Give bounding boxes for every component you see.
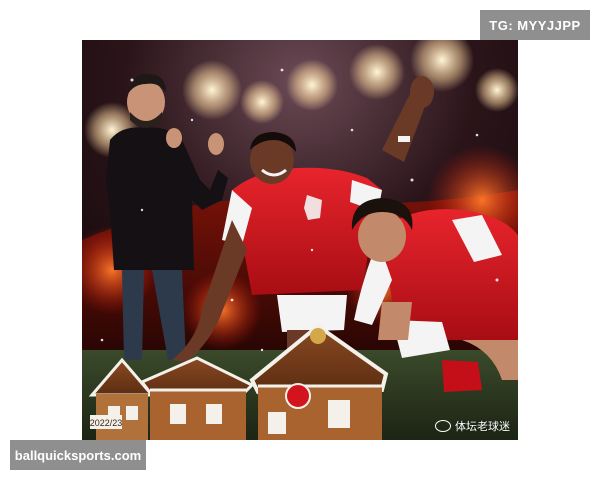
- club-crest-icon: [285, 383, 311, 409]
- main-photo: 2022/23 体坛老球迷: [82, 40, 518, 440]
- photo-watermark-text: 体坛老球迷: [455, 420, 510, 433]
- photo-illustration: 2022/23: [82, 40, 518, 440]
- trophy-icon: [310, 328, 326, 344]
- site-watermark-badge: ballquicksports.com: [10, 440, 146, 470]
- chat-bubble-icon: [435, 420, 451, 432]
- house-plate-label: 2022/23: [90, 418, 123, 428]
- page: TG: MYYJJPP 2022/23 体坛老球迷 ballquicksport…: [0, 0, 600, 480]
- photo-watermark: 体坛老球迷: [435, 418, 510, 434]
- tg-watermark-badge: TG: MYYJJPP: [480, 10, 590, 40]
